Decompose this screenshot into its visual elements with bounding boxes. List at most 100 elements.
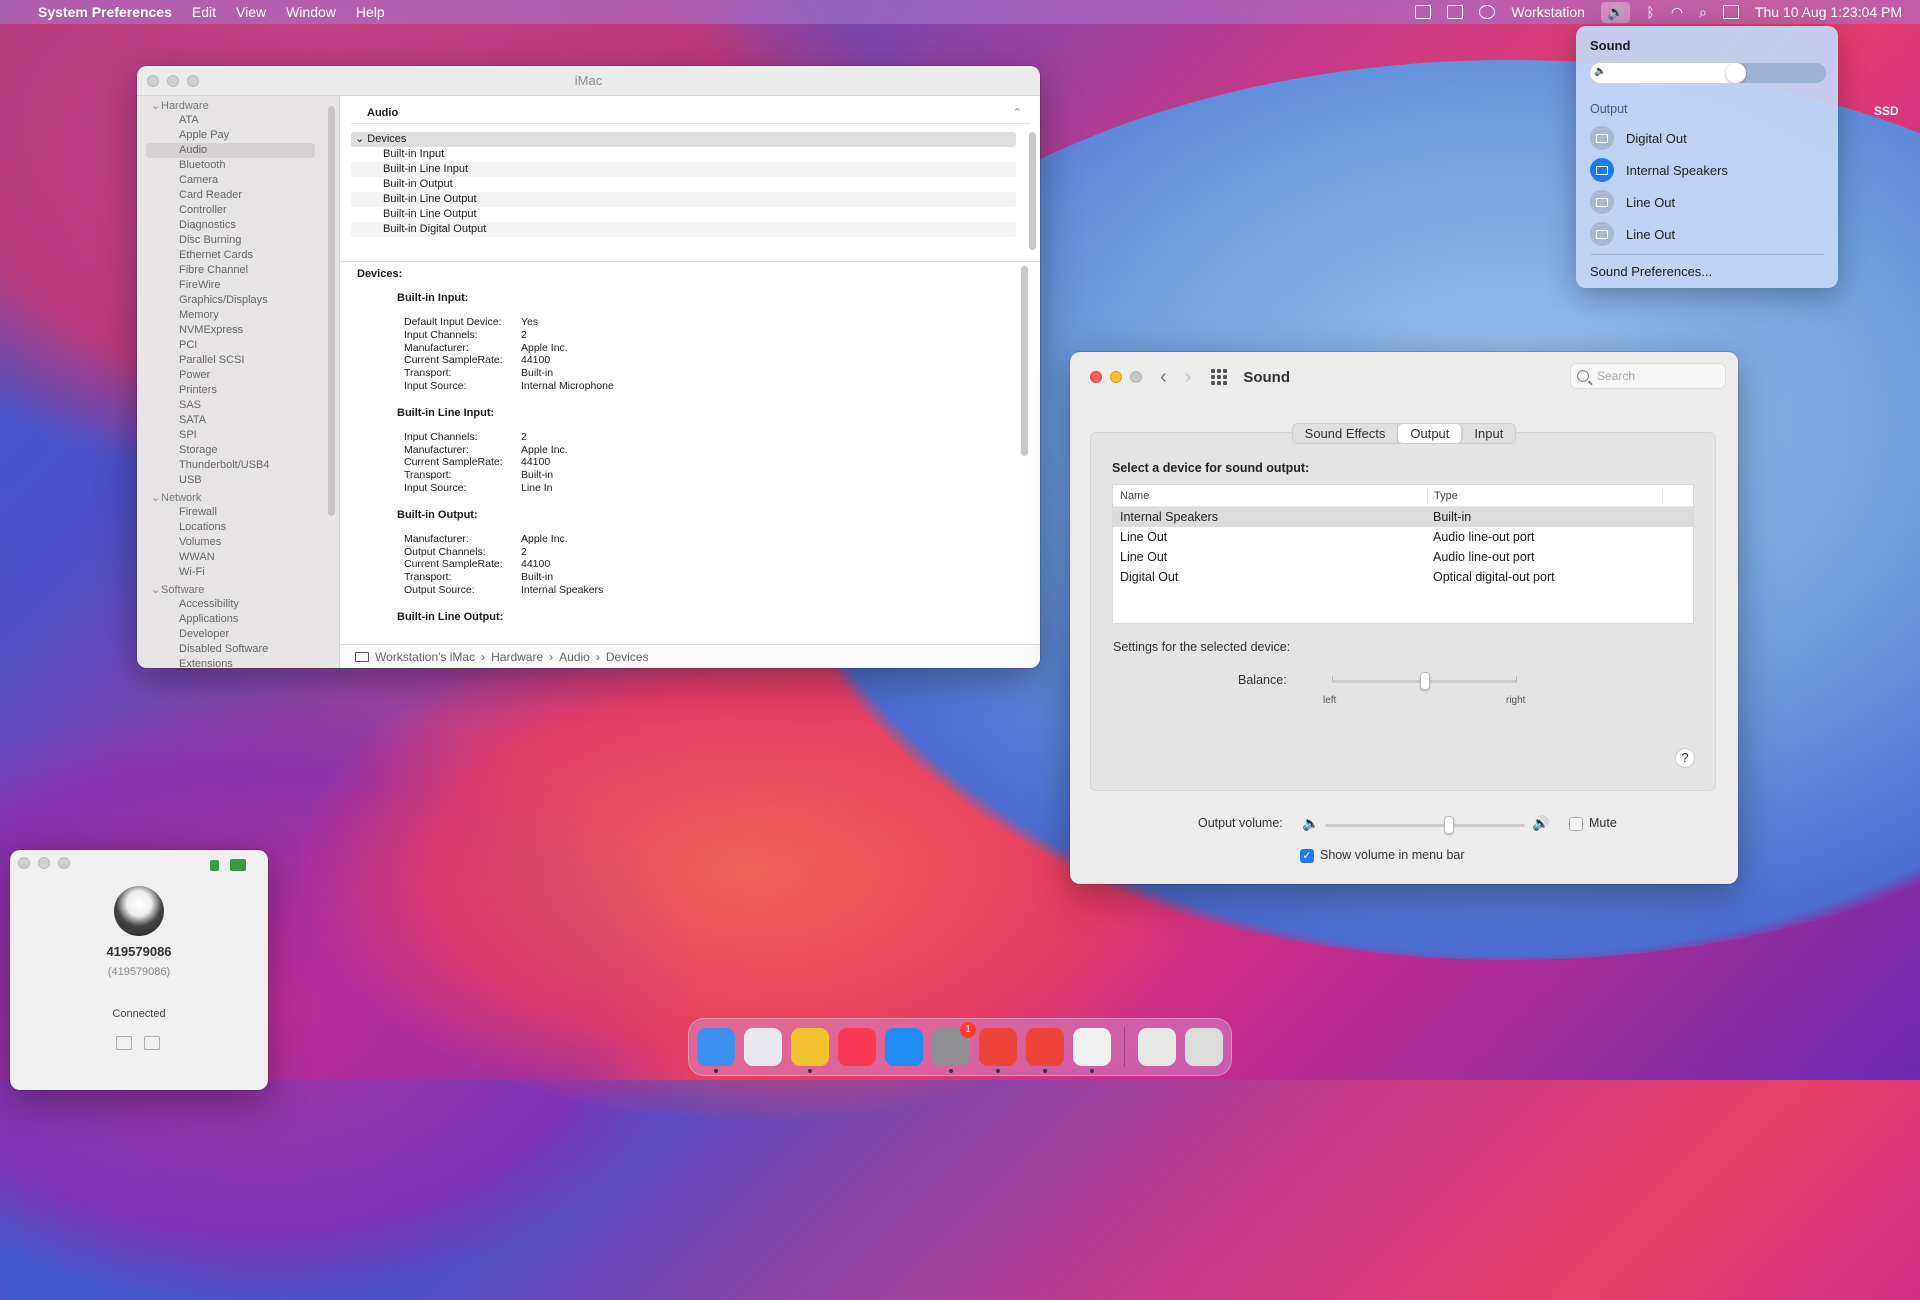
lock-icon[interactable] xyxy=(210,860,219,871)
sidebar-item[interactable]: Extensions xyxy=(137,657,339,669)
column-type[interactable]: Type xyxy=(1428,489,1663,502)
tab-output[interactable]: Output xyxy=(1398,424,1463,443)
app-menu[interactable]: System Preferences xyxy=(38,4,172,20)
disclosure-chevron-icon[interactable]: ⌄ xyxy=(151,491,161,504)
launchpad-icon[interactable] xyxy=(744,1028,782,1066)
path-item[interactable]: Audio xyxy=(559,650,590,664)
sidebar-group-network[interactable]: ⌄Network xyxy=(137,488,339,505)
music-icon[interactable] xyxy=(838,1028,876,1066)
clock[interactable]: Thu 10 Aug 1:23:04 PM xyxy=(1755,4,1902,20)
menu-window[interactable]: Window xyxy=(286,4,336,20)
sidebar-group-software[interactable]: ⌄Software xyxy=(137,580,339,597)
tree-row[interactable]: Built-in Digital Output xyxy=(351,222,1016,237)
forward-button[interactable]: › xyxy=(1185,366,1192,389)
minimize-button[interactable] xyxy=(1110,371,1122,383)
minimize-button[interactable] xyxy=(38,857,50,869)
chrome-icon[interactable] xyxy=(791,1028,829,1073)
menu-volume-slider[interactable]: 🔈 xyxy=(1590,63,1826,83)
monitor-icon[interactable] xyxy=(230,859,246,871)
sound-output-item[interactable]: Digital Out xyxy=(1590,126,1687,150)
document-icon[interactable] xyxy=(1138,1028,1176,1066)
sidebar-item[interactable]: Accessibility xyxy=(137,597,339,612)
tree-group-devices[interactable]: ⌄ Devices xyxy=(351,132,1016,147)
play-icon[interactable] xyxy=(1479,5,1496,19)
table-row[interactable]: Line Out Audio line-out port xyxy=(1113,527,1693,547)
menu-edit[interactable]: Edit xyxy=(192,4,216,20)
sidebar-item[interactable]: Storage xyxy=(137,443,339,458)
details-scrollbar[interactable] xyxy=(1021,266,1028,456)
tree-row[interactable]: Built-in Line Output xyxy=(351,192,1016,207)
display-icon[interactable] xyxy=(1447,5,1464,19)
sidebar-item[interactable]: Parallel SCSI xyxy=(137,353,339,368)
sidebar-item[interactable]: Fibre Channel xyxy=(137,263,339,278)
close-button[interactable] xyxy=(18,857,30,869)
sidebar-item[interactable]: Printers xyxy=(137,383,339,398)
anydesk-icon[interactable] xyxy=(979,1028,1017,1073)
output-volume-slider[interactable] xyxy=(1325,824,1525,827)
sidebar-item[interactable]: NVMExpress xyxy=(137,323,339,338)
spotlight-icon[interactable]: ⌕ xyxy=(1699,4,1707,21)
sidebar-item[interactable]: ATA xyxy=(137,113,339,128)
disclosure-chevron-icon[interactable]: ⌄ xyxy=(151,99,161,112)
sidebar-item[interactable]: Power xyxy=(137,368,339,383)
sound-output-item[interactable]: Line Out xyxy=(1590,190,1675,214)
disk-label[interactable]: SSD xyxy=(1874,104,1899,118)
close-button[interactable] xyxy=(1090,371,1102,383)
tree-row[interactable]: Built-in Line Output xyxy=(351,207,1016,222)
sidebar-item[interactable]: Ethernet Cards xyxy=(137,248,339,263)
sidebar-item[interactable]: Apple Pay xyxy=(137,128,339,143)
sidebar-item[interactable]: Bluetooth xyxy=(137,158,339,173)
control-center-icon[interactable] xyxy=(1722,5,1739,19)
system-information-icon[interactable] xyxy=(1073,1028,1111,1073)
app-store-icon[interactable] xyxy=(885,1028,923,1066)
sidebar-item[interactable]: Locations xyxy=(137,520,339,535)
finder-icon[interactable] xyxy=(697,1028,735,1073)
search-field[interactable]: Search xyxy=(1570,363,1726,389)
sidebar-item[interactable]: Controller xyxy=(137,203,339,218)
sidebar-item[interactable]: Diagnostics xyxy=(137,218,339,233)
sidebar-item[interactable]: Developer xyxy=(137,627,339,642)
sidebar-item[interactable]: Thunderbolt/USB4 xyxy=(137,458,339,473)
path-item[interactable]: Hardware xyxy=(491,650,543,664)
sidebar-item[interactable]: SAS xyxy=(137,398,339,413)
trash-icon[interactable] xyxy=(1185,1028,1223,1066)
sidebar-item[interactable]: SPI xyxy=(137,428,339,443)
sidebar-item[interactable]: Volumes xyxy=(137,535,339,550)
sidebar-item[interactable]: USB xyxy=(137,473,339,488)
tab-input[interactable]: Input xyxy=(1462,424,1515,443)
sidebar-item[interactable]: Disc Burning xyxy=(137,233,339,248)
sidebar-group-hardware[interactable]: ⌄Hardware xyxy=(137,96,339,113)
menu-help[interactable]: Help xyxy=(356,4,385,20)
wifi-icon[interactable]: ◠ xyxy=(1671,4,1683,21)
balance-knob[interactable] xyxy=(1419,672,1430,690)
sidebar-item[interactable]: SATA xyxy=(137,413,339,428)
table-row[interactable]: Internal Speakers Built-in xyxy=(1113,507,1693,527)
sound-output-item[interactable]: Internal Speakers xyxy=(1590,158,1728,182)
mute-checkbox[interactable] xyxy=(1569,817,1583,831)
sidebar-item[interactable]: Card Reader xyxy=(137,188,339,203)
tab-sound-effects[interactable]: Sound Effects xyxy=(1293,424,1399,443)
sidebar-scrollbar[interactable] xyxy=(328,106,335,516)
path-item[interactable]: Devices xyxy=(606,650,649,664)
volume-menu-icon[interactable]: 🔊 xyxy=(1600,1,1631,23)
help-button[interactable]: ? xyxy=(1675,748,1695,768)
sidebar-item[interactable]: Graphics/Displays xyxy=(137,293,339,308)
output-volume-knob[interactable] xyxy=(1444,816,1454,834)
sidebar-item[interactable]: Camera xyxy=(137,173,339,188)
sidebar-item[interactable]: Firewall xyxy=(137,505,339,520)
sound-preferences-item[interactable]: Sound Preferences... xyxy=(1590,264,1712,279)
collapse-icon[interactable]: ⌃ xyxy=(1013,106,1022,119)
tree-row[interactable]: Built-in Output xyxy=(351,177,1016,192)
disclosure-chevron-icon[interactable]: ⌄ xyxy=(355,133,367,145)
sidebar-item[interactable]: Disabled Software xyxy=(137,642,339,657)
show-volume-checkbox[interactable]: ✓ xyxy=(1300,849,1314,863)
zoom-button[interactable] xyxy=(58,857,70,869)
sidebar-item[interactable]: FireWire xyxy=(137,278,339,293)
system-preferences-icon[interactable]: 1 xyxy=(932,1022,976,1073)
menu-view[interactable]: View xyxy=(236,4,266,20)
table-row[interactable]: Line Out Audio line-out port xyxy=(1113,547,1693,567)
back-button[interactable]: ‹ xyxy=(1160,366,1167,389)
column-name[interactable]: Name xyxy=(1113,489,1428,502)
zoom-button[interactable] xyxy=(1130,371,1142,383)
anydesk-alt-icon[interactable] xyxy=(1026,1028,1064,1073)
